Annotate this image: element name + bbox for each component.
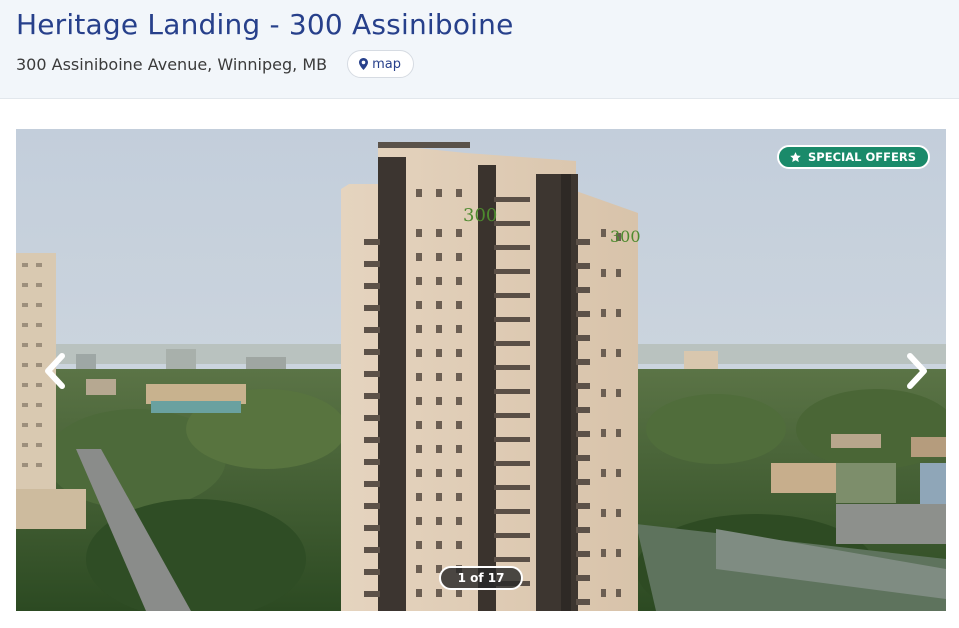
special-offers-label: SPECIAL OFFERS: [808, 150, 916, 164]
map-button[interactable]: map: [347, 50, 414, 78]
listing-header: Heritage Landing - 300 Assiniboine 300 A…: [0, 0, 959, 99]
building-sign-left: 300: [463, 205, 497, 226]
special-offers-badge[interactable]: SPECIAL OFFERS: [777, 145, 930, 169]
building-sign-right: 300: [610, 227, 641, 246]
previous-photo-button[interactable]: [40, 351, 70, 391]
page-title: Heritage Landing - 300 Assiniboine: [16, 8, 514, 41]
chevron-right-icon: [907, 353, 927, 389]
star-icon: [790, 151, 801, 162]
map-pin-icon: [359, 58, 369, 70]
next-photo-button[interactable]: [902, 351, 932, 391]
gallery-photo: 300 300: [16, 129, 946, 611]
address-row: 300 Assiniboine Avenue, Winnipeg, MB map: [16, 50, 414, 78]
chevron-left-icon: [45, 353, 65, 389]
photo-gallery[interactable]: 300 300 SPECIAL OFFERS 1 of 17: [16, 129, 946, 611]
property-address: 300 Assiniboine Avenue, Winnipeg, MB: [16, 54, 328, 74]
map-button-label: map: [372, 56, 401, 72]
photo-counter: 1 of 17: [439, 566, 523, 590]
